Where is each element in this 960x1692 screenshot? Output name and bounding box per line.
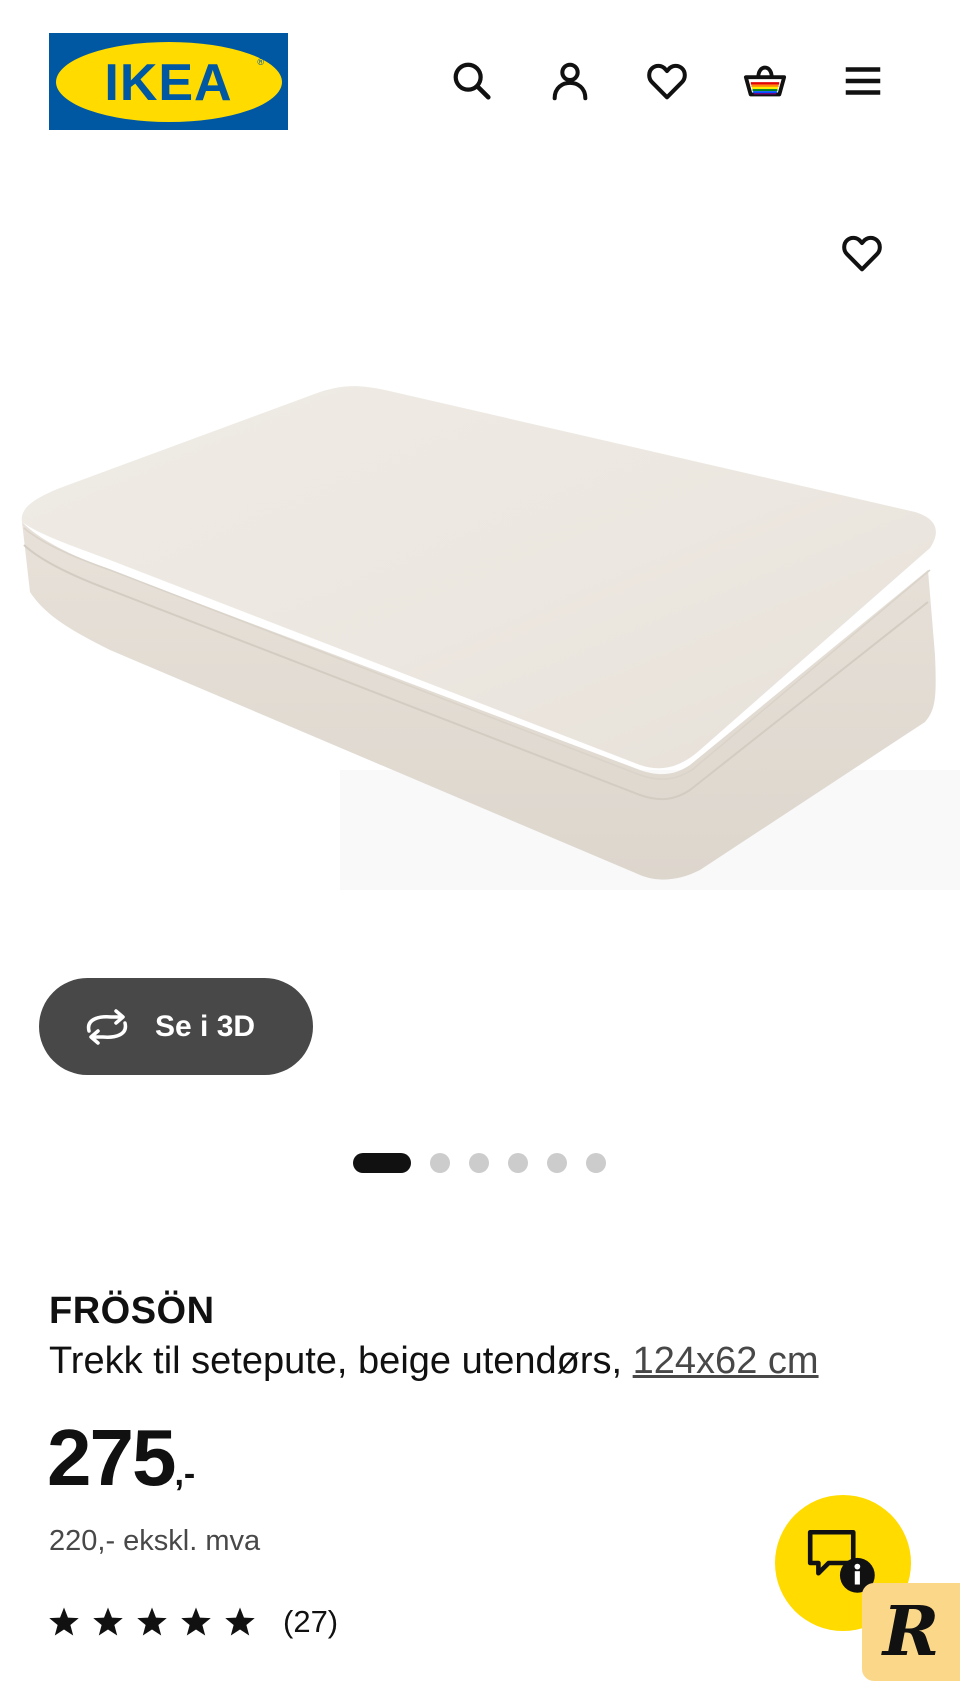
favourites-button[interactable] (642, 56, 692, 106)
profile-icon (552, 62, 588, 101)
add-to-favourites-button[interactable] (837, 228, 887, 278)
logo-text: IKEA (104, 53, 233, 112)
product-rating[interactable]: (27) (47, 1602, 338, 1642)
carousel-dot[interactable] (508, 1153, 528, 1173)
product-description-text: Trekk til setepute, beige utendørs, (49, 1340, 633, 1382)
price-suffix: ,- (174, 1455, 196, 1493)
rotate-3d-icon (81, 1007, 133, 1047)
product-size-link[interactable]: 124x62 cm (633, 1340, 819, 1382)
logo-oval: IKEA (55, 41, 282, 122)
header: IKEA ® (0, 0, 960, 170)
carousel-dot[interactable] (586, 1153, 606, 1173)
registered-mark: ® (257, 57, 264, 67)
star-icon (181, 1607, 211, 1636)
search-icon (453, 62, 491, 100)
heart-icon (842, 235, 882, 272)
carousel-dot-active[interactable] (353, 1153, 411, 1173)
basket-icon (743, 65, 787, 97)
star-icon (137, 1607, 167, 1636)
carousel-dot[interactable] (430, 1153, 450, 1173)
rating-count: (27) (283, 1604, 339, 1639)
price-main: 275 (47, 1413, 176, 1502)
product-name: FRÖSÖN (49, 1290, 215, 1332)
product-description: Trekk til setepute, beige utendørs, 124x… (49, 1340, 819, 1383)
see-in-3d-label: Se i 3D (155, 1009, 256, 1043)
carousel-indicators (353, 1153, 606, 1173)
menu-icon (845, 67, 881, 95)
price-excluding-vat: 220,- ekskl. mva (49, 1525, 261, 1557)
basket-button[interactable] (740, 56, 790, 106)
product-price: 275,- (47, 1418, 195, 1498)
product-image[interactable] (0, 370, 960, 890)
star-icon (225, 1607, 255, 1636)
heart-icon (647, 63, 687, 100)
ikea-logo[interactable]: IKEA ® (49, 33, 288, 130)
badge-letter: R (882, 1592, 940, 1672)
see-in-3d-button[interactable]: Se i 3D (39, 978, 313, 1075)
star-icon (49, 1607, 79, 1636)
star-icon (93, 1607, 123, 1636)
menu-button[interactable] (838, 56, 888, 106)
carousel-dot[interactable] (547, 1153, 567, 1173)
profile-button[interactable] (545, 56, 595, 106)
search-button[interactable] (447, 56, 497, 106)
carousel-dot[interactable] (469, 1153, 489, 1173)
extension-badge[interactable]: R (862, 1583, 960, 1681)
